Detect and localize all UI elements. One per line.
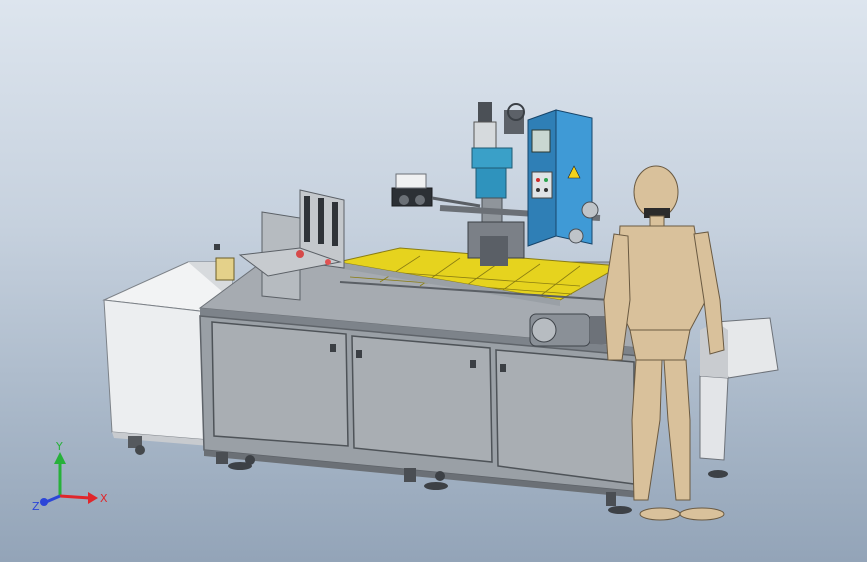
control-cabinet[interactable]	[527, 109, 599, 247]
y-axis-arrow-icon	[54, 452, 66, 464]
cabinet-door-middle[interactable]	[351, 335, 493, 463]
cabinet-door-left[interactable]	[211, 321, 349, 447]
coordinate-triad: Y X Z	[32, 440, 108, 513]
control-button-panel[interactable]	[531, 171, 553, 199]
graphics-viewport[interactable]: Y X Z	[0, 0, 867, 562]
y-axis-label: Y	[55, 440, 63, 453]
x-axis-arrow-icon	[88, 492, 98, 504]
z-axis-arrow-icon	[40, 498, 48, 506]
x-axis-line	[59, 494, 91, 500]
sensor-arm[interactable]	[391, 173, 481, 208]
control-display-screen	[531, 129, 551, 153]
x-axis-label: X	[100, 492, 108, 505]
cabinet-door-right[interactable]	[495, 349, 635, 485]
z-axis-label: Z	[32, 500, 40, 513]
motor-drive[interactable]	[529, 313, 608, 347]
z-axis-line	[45, 494, 61, 504]
cad-model-scene[interactable]	[0, 0, 867, 562]
